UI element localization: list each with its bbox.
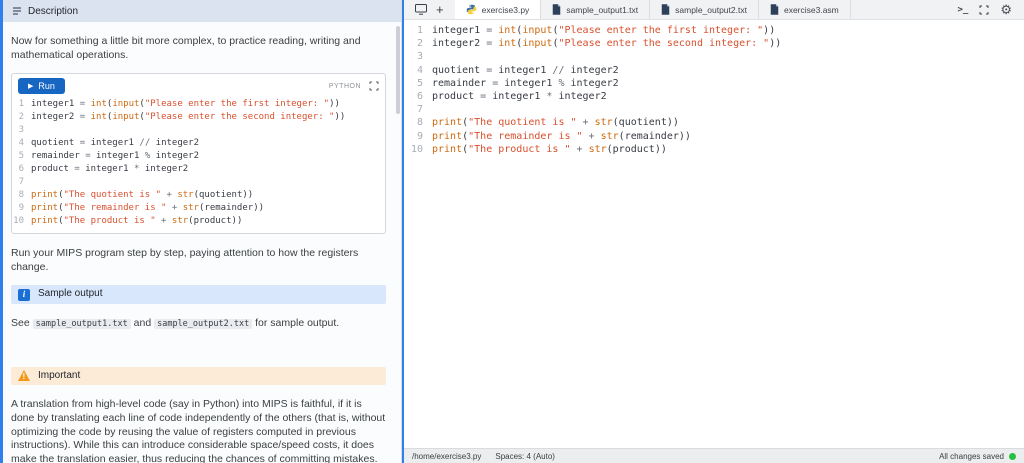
description-panel: Description Now for something a little b… <box>3 0 402 463</box>
status-bar: /home/exercise3.py Spaces: 4 (Auto) All … <box>404 448 1024 463</box>
description-code-sample: 1 integer1 = int(input("Please enter the … <box>12 96 385 233</box>
line-number: 6 <box>18 164 24 175</box>
code-line: 6 product = integer1 * integer2 <box>404 90 1024 103</box>
line-number: 2 <box>18 112 24 123</box>
line-number: 9 <box>416 130 423 142</box>
code-toolbar: ▶ Run PYTHON <box>12 74 385 96</box>
editor-tab-exercise3-py[interactable]: exercise3.py <box>454 0 542 19</box>
intro-paragraph: Now for something a little bit more comp… <box>11 35 361 61</box>
warning-label: Important <box>38 369 81 381</box>
code-line: 3 <box>12 124 385 137</box>
code-line: 5 remainder = integer1 % integer2 <box>404 77 1024 90</box>
editor-tab-exercise3-asm[interactable]: exercise3.asm <box>759 0 851 19</box>
inline-code: sample_output2.txt <box>154 319 253 330</box>
tab-label: sample_output1.txt <box>566 4 639 15</box>
description-icon <box>13 7 21 15</box>
panel-title: Description <box>28 5 79 17</box>
inline-code: sample_output1.txt <box>32 319 131 330</box>
line-number: 1 <box>416 25 423 36</box>
line-number: 7 <box>416 104 423 116</box>
see-samples-paragraph: See sample_output1.txt and sample_output… <box>11 317 386 331</box>
file-icon <box>553 4 561 15</box>
fullscreen-icon[interactable] <box>979 5 989 15</box>
code-line: 10 print("The product is " + str(product)… <box>404 143 1024 156</box>
editor-panel: + exercise3.py sample_output1.txt sample_o… <box>402 0 1024 463</box>
line-number: 8 <box>18 190 24 201</box>
info-label: Sample output <box>38 288 103 300</box>
important-callout: Important <box>11 366 386 386</box>
text-fragment: and <box>130 317 155 330</box>
code-line: 5 remainder = integer1 % integer2 <box>12 150 385 163</box>
line-number: 5 <box>18 151 24 162</box>
line-number: 4 <box>416 64 423 76</box>
tab-label: sample_output2.txt <box>675 4 747 15</box>
indentation-setting[interactable]: Spaces: 4 (Auto) <box>495 452 555 461</box>
description-header: Description <box>3 0 401 22</box>
code-line: 9 print("The remainder is " + str(remaind… <box>404 130 1024 143</box>
code-line: 2 integer2 = int(input("Please enter the … <box>12 111 385 124</box>
play-icon: ▶ <box>28 82 34 90</box>
code-line: 8 print("The quotient is " + str(quotient… <box>12 189 385 202</box>
code-line: 7 <box>404 103 1024 116</box>
line-number: 4 <box>18 138 24 149</box>
line-number: 9 <box>18 203 24 214</box>
python-icon <box>466 4 476 15</box>
tab-label: exercise3.asm <box>783 4 839 15</box>
run-button[interactable]: ▶ Run <box>18 78 65 95</box>
description-body: Now for something a little bit more comp… <box>3 22 401 463</box>
code-line: 7 <box>12 176 385 189</box>
code-line: 3 <box>404 50 1024 63</box>
run-label: Run <box>38 81 55 92</box>
editor-tabbar: + exercise3.py sample_output1.txt sample_o… <box>404 0 1024 20</box>
line-number: 6 <box>416 91 423 103</box>
code-line: 1 integer1 = int(input("Please enter the … <box>404 24 1024 37</box>
workspace: Description Now for something a little b… <box>0 0 1024 463</box>
code-line: 9 print("The remainder is " + str(remaind… <box>12 202 385 215</box>
line-number: 5 <box>416 77 423 89</box>
file-icon <box>770 4 779 15</box>
language-label: PYTHON <box>328 82 361 90</box>
tab-label: exercise3.py <box>481 4 530 15</box>
python-code-block: ▶ Run PYTHON 1 integer1 = int(input("Plea… <box>11 73 386 235</box>
warning-icon <box>18 370 30 382</box>
editor-tab-sample-output2-txt[interactable]: sample_output2.txt <box>650 0 759 19</box>
code-line: 1 integer1 = int(input("Please enter the … <box>12 98 385 111</box>
translation-paragraph: A translation from high-level code (say … <box>11 398 386 463</box>
tab-list: exercise3.py sample_output1.txt sample_out… <box>454 0 851 19</box>
expand-code-icon[interactable] <box>369 81 379 91</box>
saved-indicator-dot <box>1009 452 1016 460</box>
code-line: 8 print("The quotient is " + str(quotient… <box>404 116 1024 129</box>
text-fragment: See <box>11 317 33 330</box>
line-number: 7 <box>18 177 24 188</box>
line-number: 10 <box>13 216 24 227</box>
line-number: 2 <box>416 38 423 50</box>
line-number: 1 <box>18 99 24 110</box>
code-editor[interactable]: 1 integer1 = int(input("Please enter the … <box>404 20 1024 448</box>
settings-gear-icon[interactable]: ⚙ <box>1000 3 1012 16</box>
monitor-icon[interactable] <box>415 4 427 15</box>
sample-output-callout: i Sample output <box>11 285 386 305</box>
info-icon: i <box>18 288 30 301</box>
left-scrollbar-thumb[interactable] <box>396 26 400 114</box>
save-status: All changes saved <box>939 451 1004 461</box>
code-line: 2 integer2 = int(input("Please enter the … <box>404 37 1024 50</box>
line-number: 8 <box>416 117 423 129</box>
new-file-button[interactable]: + <box>436 3 444 16</box>
mips-paragraph: Run your MIPS program step by step, payi… <box>11 247 359 273</box>
line-number: 10 <box>410 143 423 155</box>
terminal-icon[interactable]: >_ <box>958 5 969 15</box>
editor-tab-sample-output1-txt[interactable]: sample_output1.txt <box>541 0 651 19</box>
line-number: 3 <box>416 51 423 63</box>
code-line: 4 quotient = integer1 // integer2 <box>404 64 1024 77</box>
code-line: 4 quotient = integer1 // integer2 <box>12 137 385 150</box>
file-icon <box>661 4 670 15</box>
code-line: 6 product = integer1 * integer2 <box>12 163 385 176</box>
text-fragment: for sample output. <box>252 317 340 330</box>
line-number: 3 <box>18 125 24 136</box>
file-path: /home/exercise3.py <box>412 451 482 461</box>
code-line: 10 print("The product is " + str(product)… <box>13 216 243 227</box>
